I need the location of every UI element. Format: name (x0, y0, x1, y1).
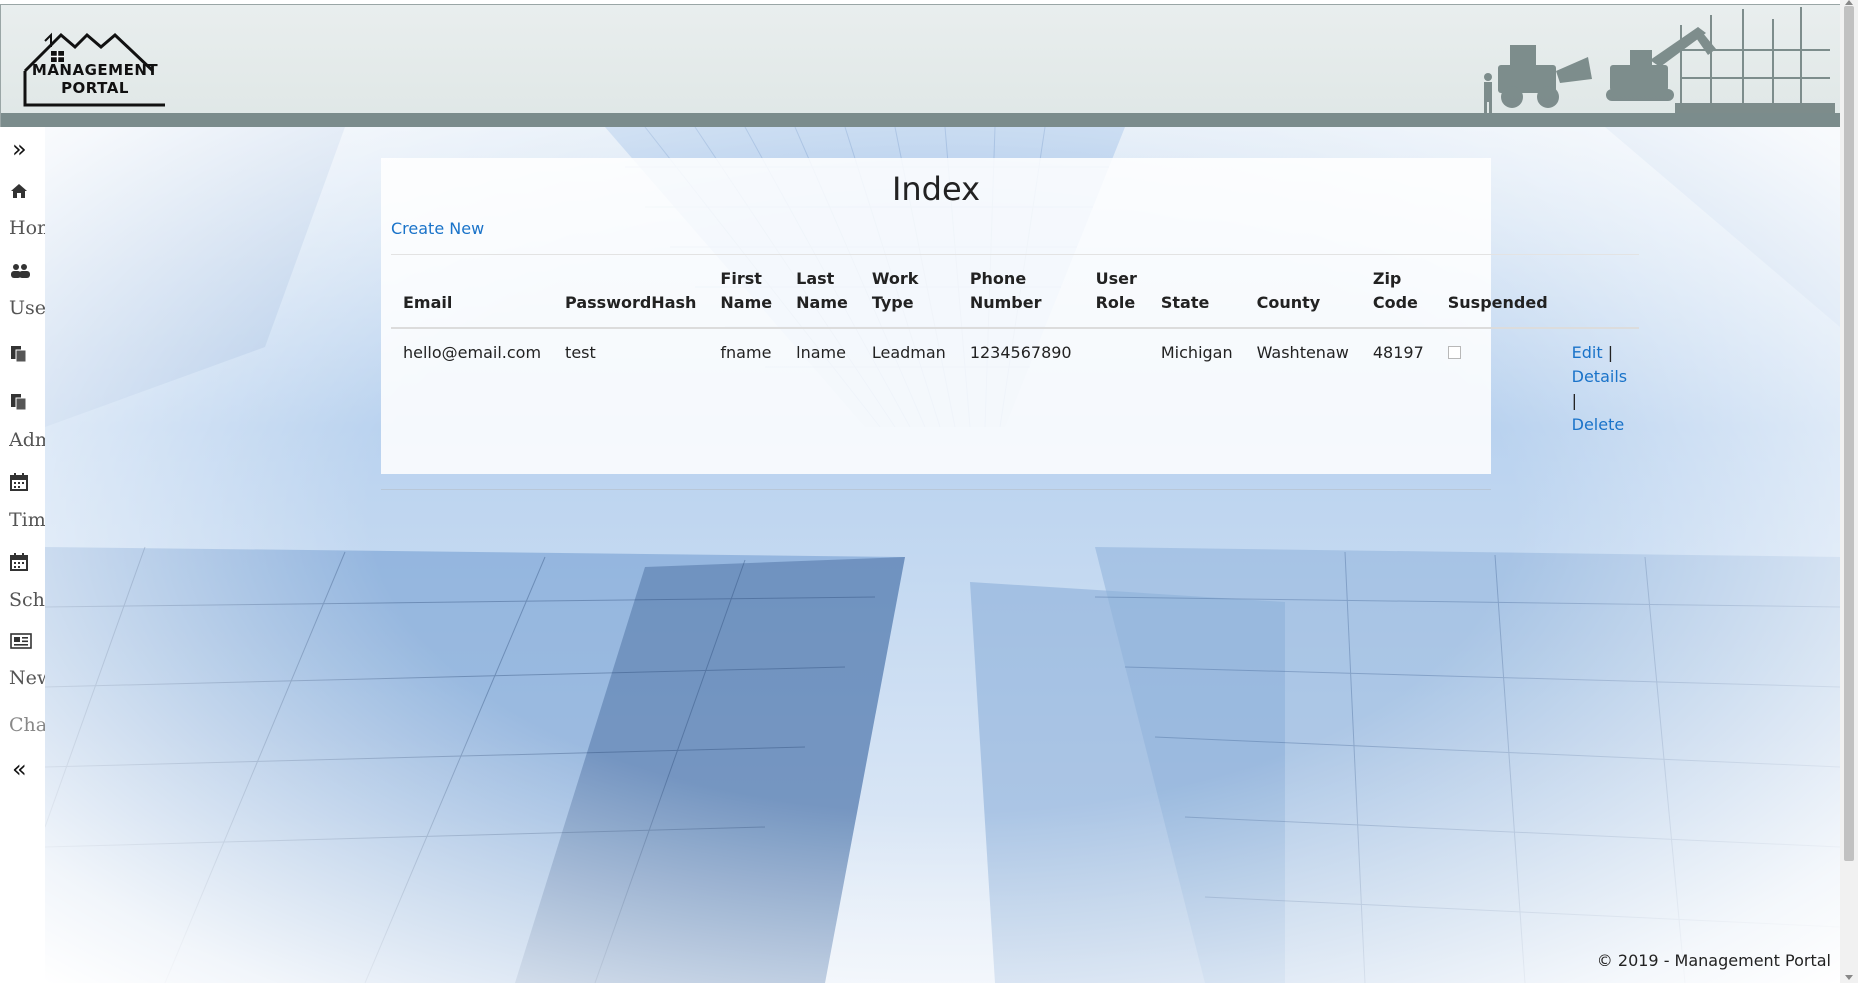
scroll-up-arrow-icon[interactable] (1845, 0, 1853, 5)
users-index-panel: Index Create New Email PasswordHash Firs… (381, 158, 1640, 474)
action-separator: | (1571, 391, 1578, 410)
table-row: hello@email.com test fname lname Leadman… (391, 328, 1639, 449)
action-separator: | (1607, 343, 1614, 362)
page-title: Index (891, 170, 981, 208)
sidebar-item-news[interactable]: News (9, 633, 49, 689)
column-header-email: Email (391, 254, 554, 329)
construction-site-icon (1484, 7, 1835, 114)
cell-phone-number: 1234567890 (969, 343, 1072, 362)
scroll-down-arrow-icon[interactable] (1845, 975, 1853, 980)
sidebar-item-users[interactable]: Users (9, 263, 49, 319)
sidebar-item-chat[interactable]: Chat (9, 714, 45, 736)
column-header-work-type: Work Type (859, 254, 958, 329)
cell-actions: Edit | Details | Delete (1560, 328, 1639, 449)
newspaper-icon (10, 633, 49, 653)
sidebar-item-home[interactable]: Home (9, 183, 49, 239)
suspended-checkbox (1447, 346, 1461, 359)
sidebar-item-label: News (9, 667, 45, 689)
column-header-county: County (1244, 254, 1361, 329)
column-header-state: State (1148, 254, 1245, 329)
divider (381, 489, 1491, 490)
details-link[interactable]: Details (1572, 367, 1627, 386)
column-header-first-name: First Name (708, 254, 785, 329)
sidebar-item-label: Time (9, 509, 45, 531)
column-header-user-role: User Role (1083, 254, 1149, 329)
column-header-actions (1559, 254, 1640, 329)
sidebar-item-schedule[interactable]: Schedule (9, 553, 49, 611)
cell-first-name: fname (720, 343, 772, 362)
sidebar-item-label: Admin (9, 429, 45, 451)
site-header: MANAGEMENT PORTAL (0, 4, 1840, 127)
cell-user-role (1084, 328, 1149, 449)
page-scrollbar[interactable] (1840, 0, 1858, 983)
cell-suspended (1436, 328, 1560, 449)
sidebar-item-time[interactable]: Time (9, 473, 49, 531)
logo-line-1: MANAGEMENT (31, 61, 159, 79)
create-new-link[interactable]: Create New (391, 219, 484, 238)
double-chevron-right-icon[interactable]: » (12, 137, 27, 161)
column-header-phone-number: Phone Number (957, 254, 1084, 329)
table-header-row: Email PasswordHash First Name Last Name Wo… (391, 254, 1640, 329)
sidebar-item-files[interactable] (9, 345, 49, 381)
cell-last-name: lname (796, 343, 846, 362)
files-icon (10, 345, 49, 367)
logo[interactable]: MANAGEMENT PORTAL (21, 27, 169, 107)
cell-email: hello@email.com (403, 343, 542, 362)
users-table: Email PasswordHash First Name Last Name Wo… (391, 254, 1640, 449)
cell-password-hash: test (565, 343, 596, 362)
header-strip (1, 113, 1840, 127)
cell-state: Michigan (1160, 343, 1233, 362)
sidebar-item-label: Schedule (9, 589, 45, 611)
calendar-icon (10, 553, 49, 575)
home-icon (10, 183, 49, 203)
users-icon (10, 263, 49, 283)
cell-work-type: Leadman (871, 343, 946, 362)
footer-copyright: © 2019 - Management Portal (1596, 951, 1831, 970)
scrollbar-thumb[interactable] (1844, 6, 1854, 861)
delete-link[interactable]: Delete (1572, 415, 1625, 434)
cell-county: Washtenaw (1256, 343, 1349, 362)
sidebar-item-label: Users (9, 297, 45, 319)
sidebar-item-admin[interactable]: Admin (9, 393, 49, 451)
column-header-suspended: Suspended (1435, 254, 1560, 329)
column-header-zip-code: Zip Code (1360, 254, 1436, 329)
column-header-last-name: Last Name (784, 254, 860, 329)
double-chevron-left-icon[interactable]: « (12, 757, 27, 781)
edit-link[interactable]: Edit (1572, 343, 1603, 362)
logo-line-2: PORTAL (61, 79, 129, 97)
column-header-password-hash: PasswordHash (553, 254, 709, 329)
calendar-icon (10, 473, 49, 495)
sidebar: » Home Users Admin Time Schedule (0, 127, 45, 983)
files-icon (10, 393, 49, 415)
sidebar-item-label: Home (9, 217, 45, 239)
cell-zip-code: 48197 (1372, 343, 1424, 362)
